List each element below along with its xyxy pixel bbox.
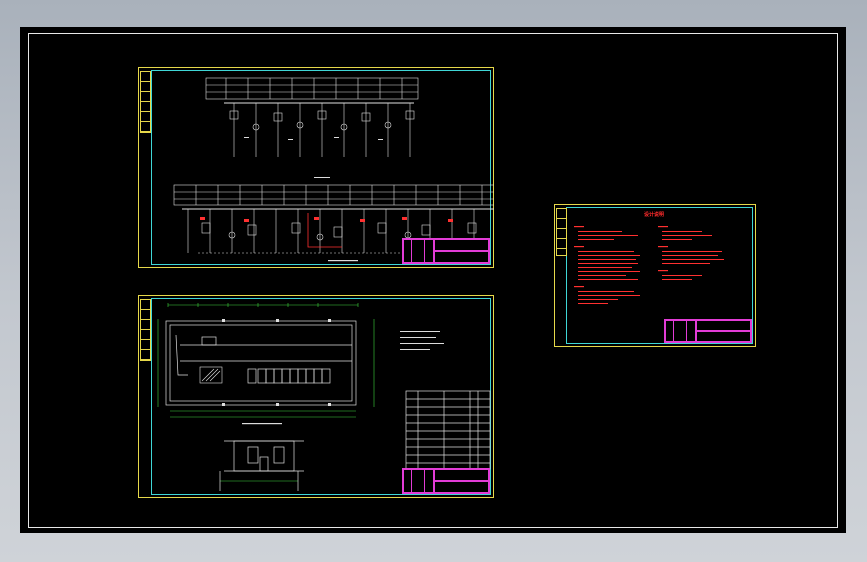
cad-viewport[interactable]: 设计说明 [20,27,846,533]
single-line-diagram-sheet[interactable] [138,67,494,268]
title-block [402,468,490,494]
title-block [402,238,490,264]
title-block [664,319,752,343]
floor-plan-sheet[interactable] [138,295,494,498]
design-notes-sheet[interactable]: 设计说明 [554,204,756,347]
